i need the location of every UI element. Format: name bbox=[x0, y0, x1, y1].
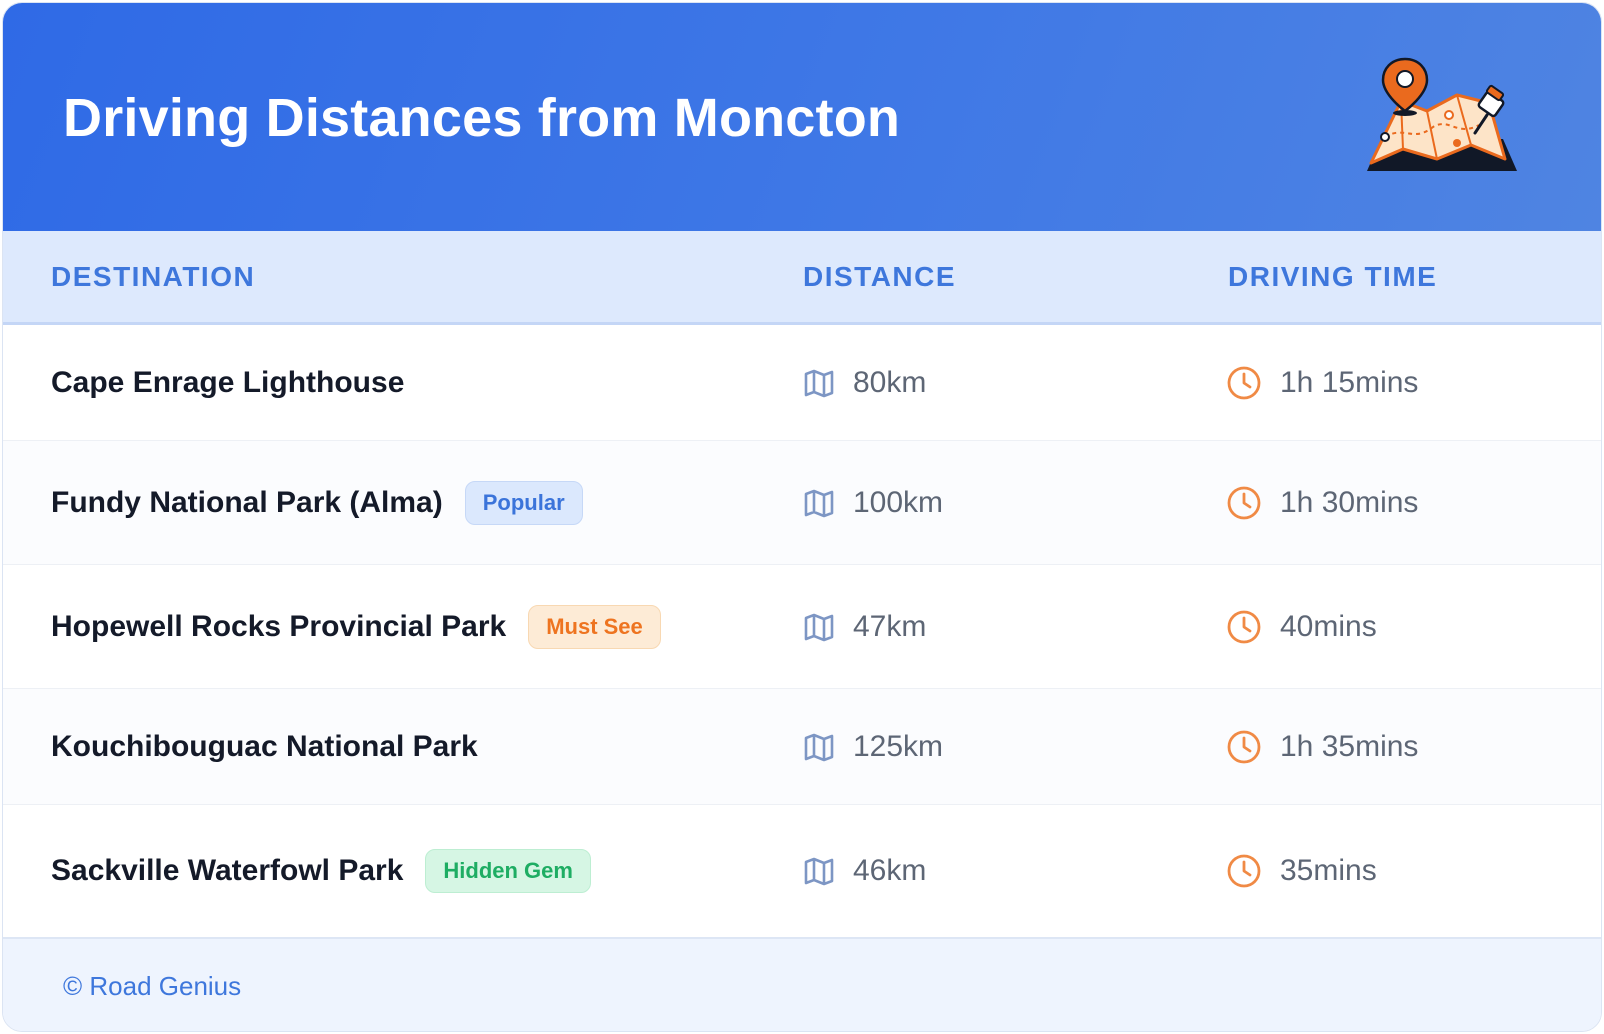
map-icon bbox=[804, 857, 834, 886]
driving-time-value: 1h 15mins bbox=[1280, 365, 1419, 399]
hidden-gem-badge: Hidden Gem bbox=[425, 849, 591, 893]
destination-name: Sackville Waterfowl Park bbox=[51, 854, 404, 887]
destination-name: Cape Enrage Lighthouse bbox=[51, 365, 405, 399]
table-row: Cape Enrage Lighthouse 80km 1h 15mins bbox=[3, 325, 1601, 441]
table-row: Kouchibouguac National Park 125km 1h 35m… bbox=[3, 689, 1601, 805]
copyright-text: © Road Genius bbox=[63, 971, 242, 1001]
destination-name: Fundy National Park (Alma) bbox=[51, 485, 443, 519]
clock-icon bbox=[1227, 610, 1261, 643]
clock-icon bbox=[1227, 730, 1261, 763]
page-title: Driving Distances from Moncton bbox=[63, 88, 901, 148]
card-header: Driving Distances from Moncton bbox=[3, 3, 1601, 231]
table-row: Hopewell Rocks Provincial Park Must See … bbox=[3, 565, 1601, 689]
map-icon bbox=[804, 613, 834, 641]
table-row: Sackville Waterfowl Park Hidden Gem 46km… bbox=[3, 805, 1601, 937]
distance-value: 125km bbox=[853, 729, 944, 763]
driving-time-value: 1h 35mins bbox=[1280, 729, 1419, 763]
destination-name: Hopewell Rocks Provincial Park bbox=[51, 609, 507, 643]
driving-time-value: 1h 30mins bbox=[1280, 485, 1419, 519]
driving-time-value: 35mins bbox=[1280, 854, 1377, 887]
map-icon bbox=[804, 733, 834, 761]
clock-icon bbox=[1227, 486, 1261, 519]
must-see-badge: Must See bbox=[528, 604, 661, 649]
clock-icon bbox=[1227, 854, 1261, 888]
table-row: Fundy National Park (Alma) Popular 100km… bbox=[3, 441, 1601, 565]
map-icon bbox=[804, 489, 834, 517]
destination-name: Kouchibouguac National Park bbox=[51, 729, 478, 763]
card-footer: © Road Genius bbox=[3, 937, 1601, 1031]
distance-value: 46km bbox=[853, 854, 927, 887]
folded-map-with-pins-icon bbox=[1367, 57, 1517, 171]
clock-icon bbox=[1227, 366, 1261, 399]
driving-time-value: 40mins bbox=[1280, 609, 1377, 643]
column-header-destination: DESTINATION bbox=[51, 261, 256, 292]
column-header-driving-time: DRIVING TIME bbox=[1228, 261, 1438, 292]
distance-value: 47km bbox=[853, 609, 927, 643]
popular-badge: Popular bbox=[464, 480, 583, 525]
distance-card: Driving Distances from Moncton DESTINATI… bbox=[2, 2, 1602, 1032]
map-icon bbox=[804, 369, 834, 397]
distance-value: 80km bbox=[853, 365, 927, 399]
distance-value: 100km bbox=[853, 485, 944, 519]
table-header: DESTINATION DISTANCE DRIVING TIME bbox=[3, 231, 1601, 325]
column-header-distance: DISTANCE bbox=[803, 261, 957, 292]
